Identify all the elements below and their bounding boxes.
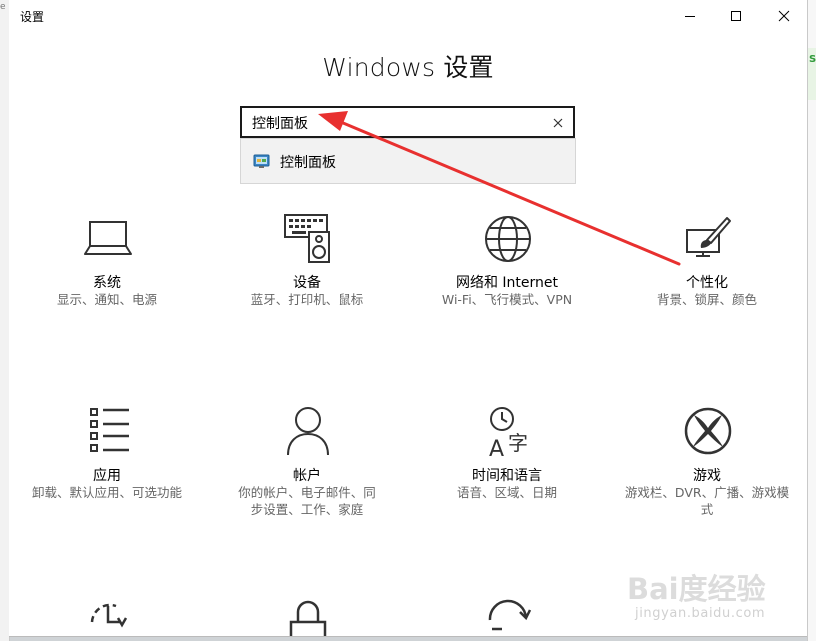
- tile-time-language[interactable]: A 字 时间和语言 语音、区域、日期: [412, 405, 602, 525]
- laptop-icon: [84, 221, 132, 255]
- tile-accounts-subtitle: 你的帐户、电子邮件、同步设置、工作、家庭: [238, 485, 376, 517]
- close-icon: [778, 10, 790, 22]
- search-input[interactable]: 控制面板: [240, 106, 575, 138]
- search-input-value[interactable]: 控制面板: [252, 113, 308, 133]
- refresh-icon: [488, 599, 532, 631]
- minimize-icon: [685, 16, 695, 17]
- tile-update[interactable]: [412, 598, 602, 636]
- lock-icon: [289, 600, 327, 636]
- tile-network-label: 网络和 Internet: [455, 275, 559, 291]
- tile-network-subtitle: Wi-Fi、飞行模式、VPN: [441, 292, 573, 307]
- minimize-button[interactable]: [667, 0, 713, 32]
- baidu-jingyan-watermark: Bai度经验 jingyan.baidu.com: [621, 566, 807, 632]
- tile-system-subtitle: 显示、通知、电源: [56, 292, 157, 307]
- tile-apps-label: 应用: [93, 468, 121, 484]
- tile-system-label: 系统: [93, 275, 121, 291]
- tile-update-security[interactable]: [12, 598, 202, 636]
- title-bar[interactable]: 设置: [9, 0, 807, 32]
- tile-devices-label: 设备: [293, 275, 321, 291]
- tile-devices[interactable]: 设备 蓝牙、打印机、鼠标: [212, 212, 402, 322]
- search-suggestion-label: 控制面板: [280, 155, 336, 171]
- tile-personalization-subtitle: 背景、锁屏、颜色: [656, 292, 757, 307]
- clear-search-icon[interactable]: [551, 116, 565, 130]
- xbox-icon: [684, 407, 732, 455]
- maximize-button[interactable]: [713, 0, 759, 32]
- tile-privacy[interactable]: [212, 598, 402, 636]
- maximize-icon: [731, 11, 741, 21]
- watermark-logo: Bai度经验: [627, 572, 766, 606]
- svg-text:A: A: [489, 437, 504, 457]
- tile-network[interactable]: 网络和 Internet Wi-Fi、飞行模式、VPN: [412, 212, 602, 322]
- control-panel-icon: [253, 154, 270, 168]
- background-green-panel: S: [808, 48, 816, 100]
- tile-time-language-label: 时间和语言: [472, 468, 542, 484]
- tile-gaming-subtitle: 游戏栏、DVR、广播、游戏模式: [624, 485, 790, 517]
- tile-accounts[interactable]: 帐户 你的帐户、电子邮件、同步设置、工作、家庭: [212, 405, 402, 525]
- tile-apps-subtitle: 卸载、默认应用、可选功能: [31, 485, 182, 500]
- page-title: Windows 设置: [322, 53, 494, 82]
- settings-window: 设置 Windows 设置 控制面板 控制面板 系统 显示、通知、电源 设备 蓝…: [9, 0, 807, 637]
- tile-gaming[interactable]: 游戏 游戏栏、DVR、广播、游戏模式: [612, 405, 802, 525]
- tile-personalization[interactable]: 个性化 背景、锁屏、颜色: [612, 212, 802, 322]
- tile-gaming-label: 游戏: [693, 468, 721, 484]
- window-title: 设置: [20, 10, 45, 24]
- tile-apps[interactable]: 应用 卸载、默认应用、可选功能: [12, 405, 202, 525]
- tile-personalization-label: 个性化: [686, 275, 728, 291]
- keyboard-speaker-icon: [284, 214, 330, 263]
- globe-icon: [485, 216, 531, 262]
- time-language-icon: A 字: [489, 407, 528, 457]
- tile-time-language-subtitle: 语音、区域、日期: [456, 485, 557, 500]
- sync-clock-icon: [90, 603, 128, 628]
- apps-list-icon: [90, 408, 129, 452]
- paint-monitor-icon: [686, 217, 731, 257]
- svg-text:字: 字: [508, 431, 528, 455]
- background-window-edge-right: S: [807, 0, 816, 641]
- watermark-url: jingyan.baidu.com: [635, 606, 766, 621]
- tile-devices-subtitle: 蓝牙、打印机、鼠标: [250, 292, 364, 307]
- close-button[interactable]: [761, 0, 807, 32]
- search-suggestion-item[interactable]: 控制面板: [240, 138, 576, 184]
- background-window-text: e: [0, 2, 6, 12]
- person-icon: [287, 407, 329, 456]
- tile-system[interactable]: 系统 显示、通知、电源: [12, 212, 202, 322]
- tile-accounts-label: 帐户: [293, 468, 321, 484]
